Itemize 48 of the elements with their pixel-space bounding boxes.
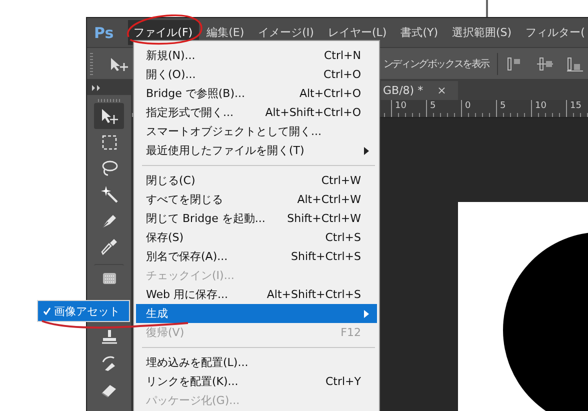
menu-bar-item[interactable]: 選択範囲(S) bbox=[446, 20, 518, 45]
menu-item[interactable]: 保存(S) Ctrl+S bbox=[136, 228, 377, 247]
align-icon[interactable] bbox=[536, 56, 554, 72]
collapse-icon[interactable] bbox=[91, 84, 103, 92]
shortcut-label: Alt+Shift+Ctrl+S bbox=[266, 288, 361, 301]
menu-item[interactable]: 開く(O)... Ctrl+O bbox=[136, 65, 377, 84]
ruler-label: 0 bbox=[461, 100, 496, 117]
menu-item[interactable]: 新規(N)... Ctrl+N bbox=[136, 46, 377, 65]
menu-item[interactable]: Bridge で参照(B)... Alt+Ctrl+O bbox=[136, 84, 377, 103]
grip-handle[interactable] bbox=[90, 52, 93, 74]
menu-item[interactable]: 生成 bbox=[136, 304, 377, 323]
ruler-label: 10 bbox=[531, 100, 566, 117]
app-logo: Ps bbox=[94, 24, 114, 42]
close-button[interactable]: × bbox=[437, 84, 446, 97]
menu-item[interactable]: 別名で保存(A)... Shift+Ctrl+S bbox=[136, 247, 377, 266]
shortcut-label: Ctrl+S bbox=[325, 231, 361, 244]
move-tool-icon[interactable] bbox=[109, 56, 129, 72]
menu-bar-item[interactable]: 書式(Y) bbox=[394, 20, 444, 45]
shortcut-label: Alt+Ctrl+W bbox=[297, 193, 361, 206]
tool-button[interactable] bbox=[94, 103, 124, 129]
menu-item[interactable]: スマートオブジェクトとして開く... bbox=[136, 122, 377, 141]
grip-handle[interactable] bbox=[98, 99, 120, 102]
menu-item[interactable]: 埋め込みを配置(L)... bbox=[136, 353, 377, 372]
shortcut-label: Shift+Ctrl+S bbox=[291, 250, 361, 263]
align-icon[interactable] bbox=[566, 56, 584, 72]
menu-item[interactable]: 指定形式で開く... Alt+Shift+Ctrl+O bbox=[136, 103, 377, 122]
ruler-label: 15 bbox=[566, 100, 588, 117]
menu-item[interactable]: リンクを配置(K)... Ctrl+Y bbox=[136, 372, 377, 391]
menu-item[interactable]: Web 用に保存... Alt+Shift+Ctrl+S bbox=[136, 285, 377, 304]
shortcut-label: Ctrl+O bbox=[324, 68, 361, 81]
menu-item[interactable]: 閉じて Bridge を起動... Shift+Ctrl+W bbox=[136, 209, 377, 228]
menu-item[interactable]: 画像アセット bbox=[38, 301, 129, 321]
shortcut-label: F12 bbox=[340, 326, 361, 339]
shortcut-label: Alt+Ctrl+O bbox=[299, 87, 361, 100]
shortcut-label: Shift+Ctrl+W bbox=[287, 212, 361, 225]
ruler-label: 5 bbox=[496, 100, 531, 117]
shortcut-label: Alt+Shift+Ctrl+O bbox=[265, 106, 361, 119]
ruler-label: 5 bbox=[426, 100, 461, 117]
shortcut-label: Ctrl+N bbox=[324, 49, 361, 62]
menu-item[interactable]: 最近使用したファイルを開く(T) bbox=[136, 141, 377, 160]
menu-bar-item[interactable]: フィルター( bbox=[520, 20, 588, 45]
menu-item[interactable]: 閉じる(C) Ctrl+W bbox=[136, 171, 377, 190]
shortcut-label: Ctrl+Y bbox=[325, 375, 361, 388]
document-tab[interactable]: GB/8) * × bbox=[381, 81, 458, 100]
option-label[interactable]: ンディングボックスを表示 bbox=[383, 56, 489, 70]
shortcut-label: Ctrl+W bbox=[321, 174, 361, 187]
ruler-label: 10 bbox=[391, 100, 426, 117]
menu-item[interactable]: すべてを閉じる Alt+Ctrl+W bbox=[136, 190, 377, 209]
